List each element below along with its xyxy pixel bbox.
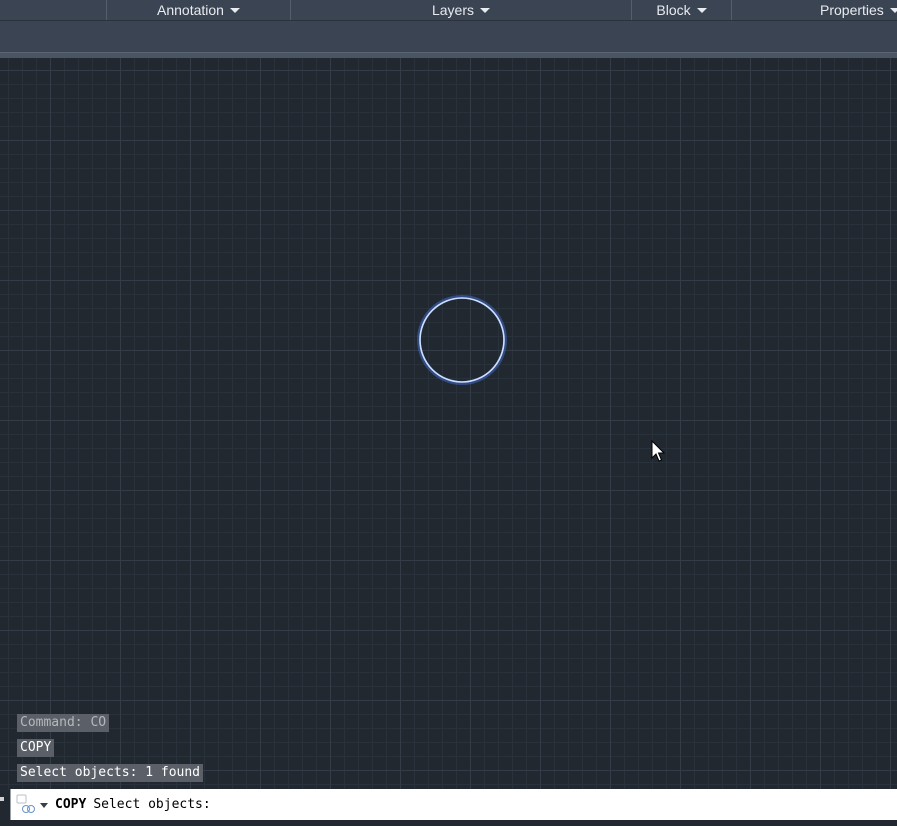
command-prompt: Select objects: <box>93 797 211 812</box>
arrow-cursor-icon <box>651 440 666 462</box>
file-tab-strip <box>0 21 897 52</box>
command-history-glyph <box>16 794 35 813</box>
chevron-down-icon <box>480 8 491 13</box>
ribbon-panel-properties-label: Properties <box>820 2 884 18</box>
ribbon-panel-properties[interactable]: Properties <box>780 0 897 20</box>
ribbon-panel-annotation-label: Annotation <box>157 2 224 18</box>
command-line-grip[interactable] <box>0 797 4 801</box>
ribbon-panel-layers-label: Layers <box>431 2 475 18</box>
chevron-down-icon <box>696 8 707 13</box>
chevron-down-icon <box>889 8 897 13</box>
ribbon-panel-block-label: Block <box>656 2 691 18</box>
ribbon-divider <box>731 0 732 20</box>
chevron-down-icon <box>229 8 240 13</box>
command-history-line: COPY <box>17 739 55 757</box>
ribbon-panel-block[interactable]: Block <box>632 0 731 20</box>
autocad-window: Annotation Layers Block Properties Comma… <box>0 0 897 826</box>
chevron-down-icon <box>40 803 48 808</box>
ribbon-panel-layers[interactable]: Layers <box>291 0 631 20</box>
drawing-canvas[interactable] <box>0 58 897 790</box>
command-history-icon[interactable] <box>14 789 48 820</box>
active-command-name: COPY <box>55 797 87 812</box>
command-line[interactable]: COPY Select objects: <box>10 789 897 820</box>
selected-circle[interactable] <box>412 290 512 390</box>
ribbon-panel-bar: Annotation Layers Block Properties <box>0 0 897 21</box>
command-history-line: Select objects: 1 found <box>17 764 204 782</box>
command-input[interactable] <box>216 793 897 816</box>
command-history-line: Command: CO <box>17 714 110 732</box>
ribbon-panel-annotation[interactable]: Annotation <box>107 0 290 20</box>
